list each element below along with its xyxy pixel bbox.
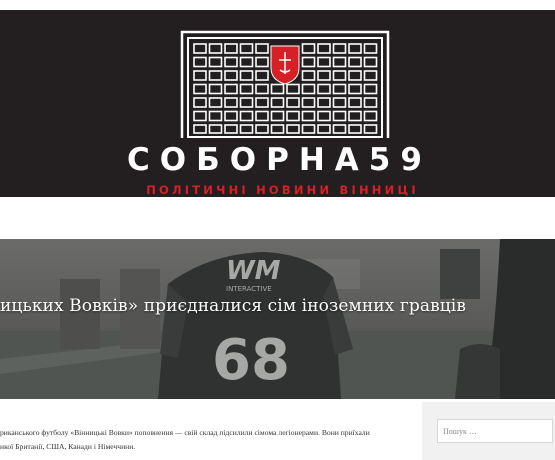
building-window [317,56,331,68]
building-window [224,43,238,54]
building-window [224,110,238,122]
building-window [301,124,316,134]
building-window [193,97,207,108]
building-window [255,43,269,54]
building-window [255,83,269,95]
building-window [363,56,378,68]
jersey-brand: WM [226,256,281,286]
building-window [301,83,316,95]
building-window [193,124,207,134]
building-window [363,124,378,134]
building-window [301,56,316,68]
building-window [317,97,331,108]
building-window [270,97,285,108]
building-window [239,83,254,95]
building-window [255,110,269,122]
excerpt-line: риканського футболу «Вінницькі Вовки» по… [0,428,370,437]
building-window [363,70,378,81]
building-window [239,110,254,122]
article-title[interactable]: ицьких Вовків» приєдналися сім іноземних… [0,294,555,318]
building-window [255,97,269,108]
building-window [286,110,300,122]
jersey-number: 68 [212,328,290,393]
building-window [193,83,207,95]
building-window [239,124,254,134]
building-window [332,70,347,81]
site-title[interactable]: СОБОРНА59 [0,143,555,177]
building-window [286,124,300,134]
building-window [224,97,238,108]
building-window [348,110,362,122]
building-window [348,56,362,68]
building-window [239,70,254,81]
article-excerpt: риканського футболу «Вінницькі Вовки» по… [0,426,410,454]
building-window [332,110,347,122]
building-window [193,70,207,81]
building-window [301,110,316,122]
site-tagline: ПОЛІТИЧНІ НОВИНИ ВІННИЦІ [146,183,419,197]
building-window [208,56,223,68]
jersey-sub: INTERACTIVE [226,285,272,293]
search-input[interactable] [437,419,553,443]
building-window [255,124,269,134]
featured-image[interactable]: WM INTERACTIVE 68 [0,239,555,399]
building-window [332,97,347,108]
building-window [301,70,316,81]
building-window [363,97,378,108]
building-window [332,56,347,68]
building-window [332,124,347,134]
building-window [348,70,362,81]
building-window [255,56,269,68]
building-window [270,83,285,95]
building-window [301,97,316,108]
building-window [224,56,238,68]
building-window [208,97,223,108]
building-window [208,70,223,81]
building-window [255,70,269,81]
building-window [239,43,254,54]
site-header: СОБОРНА59 ПОЛІТИЧНІ НОВИНИ ВІННИЦІ [0,10,555,197]
building-window [270,110,285,122]
building-window [224,70,238,81]
building-window [193,56,207,68]
building-window [332,43,347,54]
building-window [286,83,300,95]
building-window [317,124,331,134]
building-window [193,43,207,54]
building-window [224,124,238,134]
building-window [332,83,347,95]
hero-photo: WM INTERACTIVE 68 [0,239,555,399]
building-window [208,43,223,54]
building-window [317,70,331,81]
building-window [239,97,254,108]
building-window [348,97,362,108]
building-logo-icon[interactable] [180,30,390,140]
building-window [317,43,331,54]
building-window [363,83,378,95]
building-window [193,110,207,122]
building-window [348,43,362,54]
building-window [363,43,378,54]
building-window [239,56,254,68]
building-window [208,124,223,134]
building-window [317,83,331,95]
building-window [301,43,316,54]
building-window [208,83,223,95]
building-window [270,124,285,134]
building-window [208,110,223,122]
building-window [317,110,331,122]
building-window [286,97,300,108]
building-window [348,124,362,134]
building-window [224,83,238,95]
building-window [363,110,378,122]
coat-of-arms-icon [270,45,300,85]
excerpt-line: икої Британії, США, Канади і Німеччини. [0,442,136,451]
building-window [348,83,362,95]
